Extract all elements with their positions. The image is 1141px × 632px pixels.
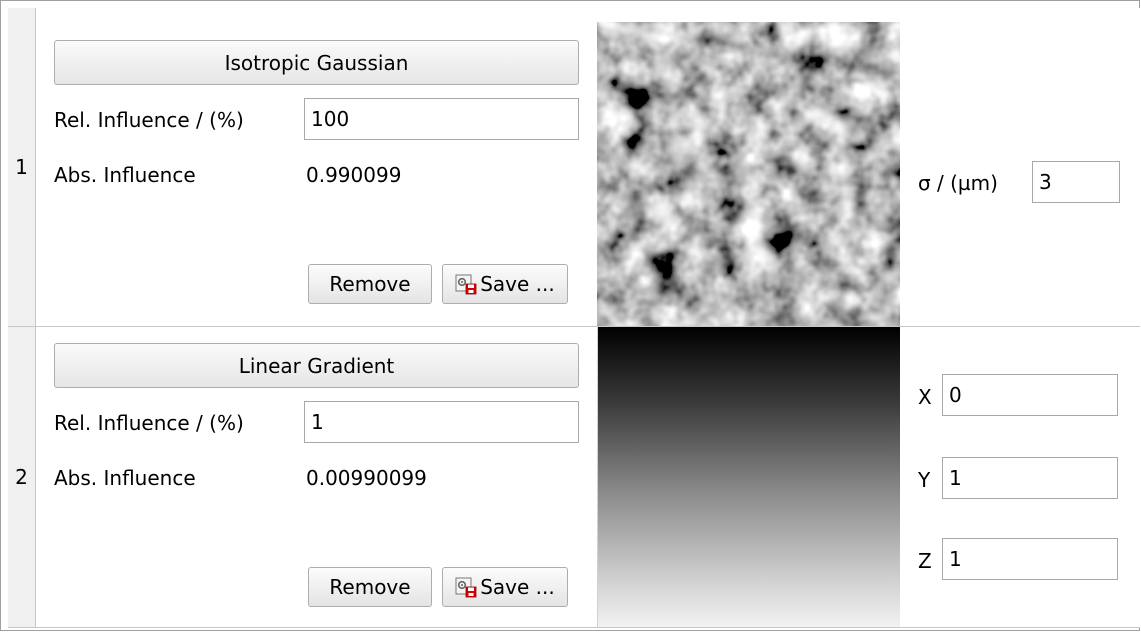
save-label: Save ... [480,272,555,296]
rel-influence-label: Rel. Influence / (%) [54,411,244,435]
save-button[interactable]: Save ... [442,567,568,607]
filter-panel-2: Linear Gradient Rel. Influence / (%) Abs… [36,327,597,627]
filter-params-2: X Y Z [900,327,1140,627]
filter-preview-image [597,327,900,627]
save-label: Save ... [480,575,555,599]
abs-influence-label: Abs. Influence [54,163,196,187]
z-input[interactable] [942,538,1118,580]
y-label: Y [918,468,931,492]
row-separator [8,627,1140,628]
save-button[interactable]: Save ... [442,264,568,304]
z-label: Z [918,549,932,573]
row-index: 2 [15,465,28,489]
abs-influence-label: Abs. Influence [54,466,196,490]
abs-influence-value: 0.990099 [306,163,402,187]
cell-divider [597,327,598,627]
save-settings-icon [455,273,477,295]
filter-type-label: Linear Gradient [238,353,395,378]
row-index: 1 [15,155,28,179]
row-header-1[interactable]: 1 [8,8,36,326]
filter-params-1: σ / (µm) [900,8,1140,326]
remove-label: Remove [329,575,411,599]
remove-button[interactable]: Remove [308,264,432,304]
rel-influence-input[interactable] [304,401,579,443]
x-input[interactable] [942,374,1118,416]
abs-influence-value: 0.00990099 [306,466,427,490]
save-settings-icon [455,576,477,598]
row-header-2[interactable]: 2 [8,327,36,627]
sigma-label: σ / (µm) [918,171,998,195]
remove-button[interactable]: Remove [308,567,432,607]
rel-influence-label: Rel. Influence / (%) [54,108,244,132]
sigma-input[interactable] [1032,161,1120,203]
filter-panel-1: Isotropic Gaussian Rel. Influence / (%) … [36,8,597,326]
filter-type-label: Isotropic Gaussian [224,50,409,75]
rel-influence-input[interactable] [304,98,579,140]
filter-type-button[interactable]: Linear Gradient [54,343,579,388]
remove-label: Remove [329,272,411,296]
filter-type-button[interactable]: Isotropic Gaussian [54,40,579,85]
filter-preview-image [597,22,900,326]
y-input[interactable] [942,457,1118,499]
x-label: X [918,385,932,409]
